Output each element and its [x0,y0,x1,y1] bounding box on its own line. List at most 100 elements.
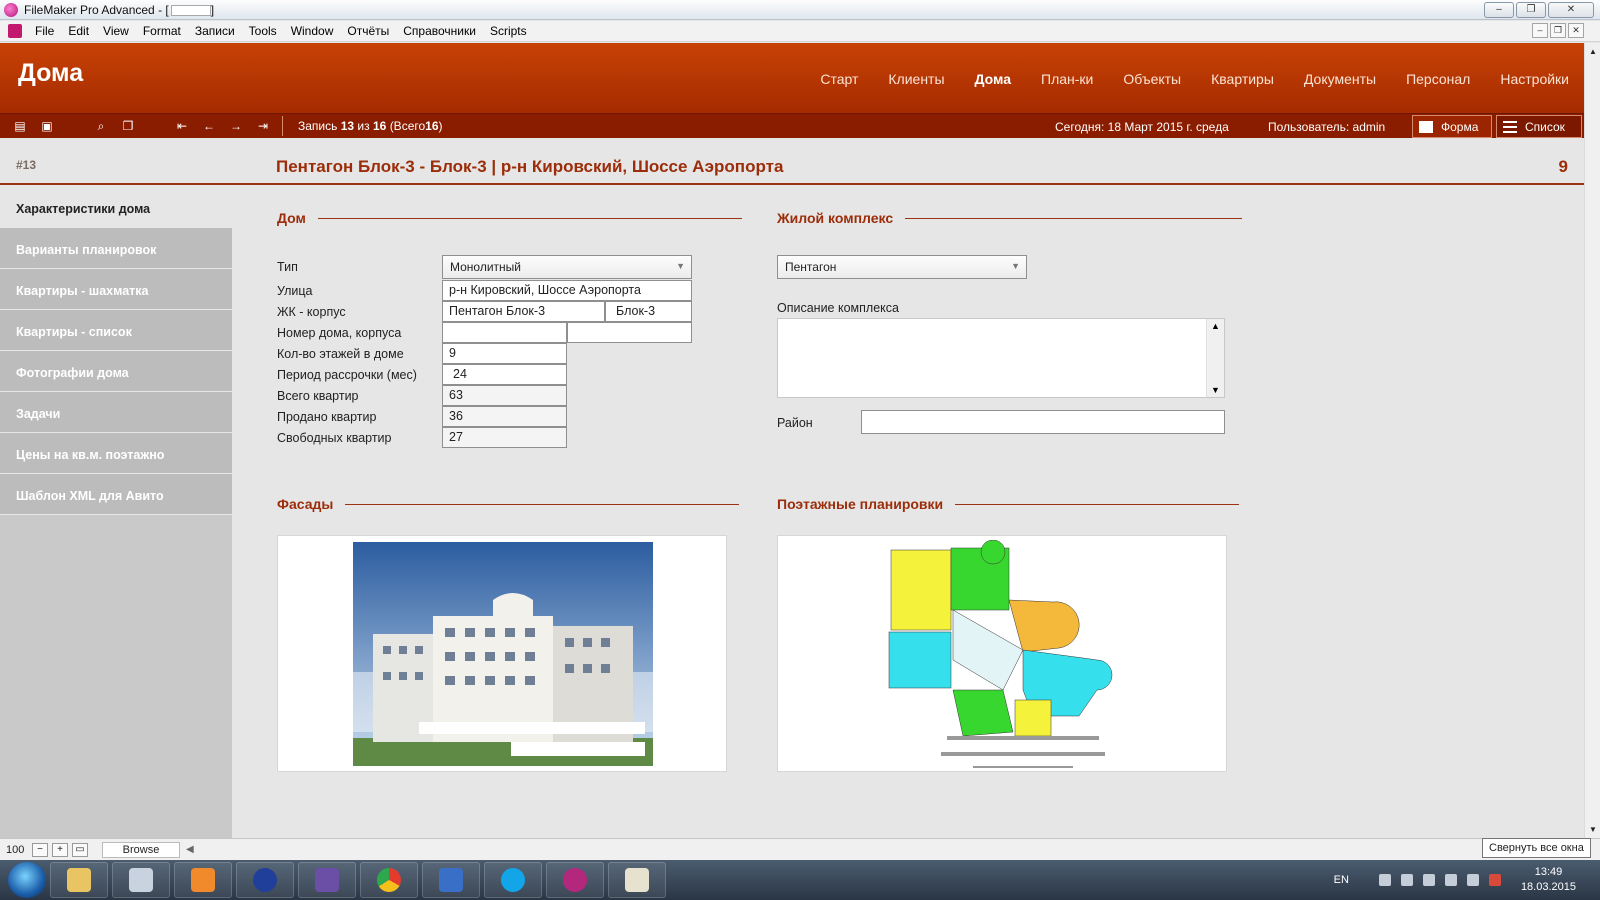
description-scrollbar[interactable]: ▲ ▼ [1206,319,1224,397]
menu-edit[interactable]: Edit [61,24,96,38]
nav-documents[interactable]: Документы [1294,71,1386,87]
scroll-down-icon[interactable]: ▼ [1211,385,1220,395]
nav-objects[interactable]: Объекты [1113,71,1191,87]
app-header: Дома Старт Клиенты Дома План-ки Объекты … [0,43,1584,113]
scroll-up-icon[interactable]: ▲ [1589,47,1597,56]
language-indicator[interactable]: EN [1334,874,1349,886]
floors-field[interactable]: 9 [442,343,567,364]
signal-icon[interactable] [1466,874,1479,886]
nav-staff[interactable]: Персонал [1396,71,1480,87]
mode-selector[interactable]: Browse [102,841,180,858]
start-button[interactable] [8,862,46,898]
nav-clients[interactable]: Клиенты [878,71,954,87]
taskbar-chrome[interactable] [360,862,418,898]
menu-references[interactable]: Справочники [396,24,483,38]
nav-settings[interactable]: Настройки [1490,71,1579,87]
scroll-down-icon[interactable]: ▼ [1589,825,1597,834]
doc-restore-button[interactable]: ❐ [1550,23,1566,38]
installment-field[interactable]: 24 [442,364,567,385]
menu-format[interactable]: Format [136,24,188,38]
menu-scripts[interactable]: Scripts [483,24,534,38]
system-clock[interactable]: 13:49 18.03.2015 [1521,865,1576,895]
nav-start[interactable]: Старт [810,71,868,87]
nav-houses[interactable]: Дома [965,71,1021,87]
complex-name-field[interactable]: Пентагон Блок-3 [442,301,605,322]
complex-section-title: Жилой комплекс [777,210,894,226]
volume-icon[interactable] [1422,874,1435,886]
free-apartments-field: 27 [442,427,567,448]
toggle-toolbar-button[interactable]: ▭ [72,842,88,857]
monitor-icon[interactable] [1400,874,1413,886]
last-record-icon[interactable]: ⇥ [256,119,270,133]
form-view-button[interactable]: Форма [1412,115,1492,138]
show-hidden-icons-icon[interactable] [1378,874,1391,886]
previous-record-icon[interactable]: ← [202,119,216,133]
type-dropdown[interactable]: Монолитный ▼ [442,255,692,279]
taskbar-explorer[interactable] [50,862,108,898]
building-number-field[interactable] [567,322,692,343]
zoom-out-button[interactable]: − [32,842,48,857]
nav-apartments[interactable]: Квартиры [1201,71,1284,87]
list-view-button[interactable]: Список [1496,115,1582,138]
document-icon[interactable] [8,24,22,38]
section-divider [955,503,1239,505]
find-icon[interactable]: ⌕ [94,119,108,133]
first-record-icon[interactable]: ⇤ [175,119,189,133]
doc-close-button[interactable]: ✕ [1568,23,1584,38]
filemaker-icon [563,868,587,892]
taskbar-visual-studio[interactable] [298,862,356,898]
window-minimize-button[interactable]: – [1484,2,1514,18]
section-divider [317,217,742,219]
floorplan-image-frame[interactable] [777,535,1227,772]
taskbar-radmin[interactable] [236,862,294,898]
sidebar-item-apartments-list[interactable]: Квартиры - список [0,310,232,351]
sidebar-item-prices-per-floor[interactable]: Цены на кв.м. поэтажно [0,433,232,474]
district-field[interactable] [861,410,1225,434]
street-field[interactable]: р-н Кировский, Шоссе Аэропорта [442,280,692,301]
window-restore-button[interactable]: ❐ [1516,2,1546,18]
new-record-icon[interactable]: ▤ [13,119,27,133]
window-close-button[interactable]: ✕ [1548,2,1594,18]
house-number-field[interactable] [442,322,567,343]
facade-image-frame[interactable] [277,535,727,772]
block-field[interactable]: Блок-3 [605,301,692,322]
free-apartments-label: Свободных квартир [277,431,392,445]
menu-reports[interactable]: Отчёты [340,24,396,38]
scroll-left-icon[interactable]: ◀ [186,844,194,855]
keyboard-icon[interactable] [1444,874,1457,886]
radmin-icon [253,868,277,892]
complex-description-label: Описание комплекса [777,301,899,315]
sidebar-item-xml-avito[interactable]: Шаблон XML для Авито [0,474,232,515]
sidebar-item-house-characteristics[interactable]: Характеристики дома [0,190,232,228]
sidebar-item-tasks[interactable]: Задачи [0,392,232,433]
menu-window[interactable]: Window [284,24,341,38]
delete-record-icon[interactable]: ▣ [40,119,54,133]
menu-view[interactable]: View [96,24,136,38]
taskbar-paint[interactable] [608,862,666,898]
clock-time: 13:49 [1534,866,1563,878]
zoom-in-button[interactable]: + [52,842,68,857]
taskbar-calculator[interactable] [112,862,170,898]
sidebar-item-apartments-grid[interactable]: Квартиры - шахматка [0,269,232,310]
sold-apartments-label: Продано квартир [277,410,377,424]
next-record-icon[interactable]: → [229,119,243,133]
taskbar-media-player[interactable] [174,862,232,898]
main-vertical-scrollbar[interactable]: ▲ ▼ [1584,43,1600,838]
menu-file[interactable]: File [28,24,61,38]
scroll-up-icon[interactable]: ▲ [1211,321,1220,331]
zoom-level[interactable]: 100 [0,844,28,856]
sidebar-item-house-photos[interactable]: Фотографии дома [0,351,232,392]
taskbar-network-app[interactable] [422,862,480,898]
taskbar-filemaker[interactable] [546,862,604,898]
doc-minimize-button[interactable]: – [1532,23,1548,38]
menu-records[interactable]: Записи [188,24,242,38]
sidebar-item-layout-variants[interactable]: Варианты планировок [0,228,232,269]
nav-plans[interactable]: План-ки [1031,71,1103,87]
duplicate-icon[interactable]: ❐ [121,119,135,133]
complex-description-field[interactable]: ▲ ▼ [777,318,1225,398]
clock-date: 18.03.2015 [1520,881,1576,893]
taskbar-skype[interactable] [484,862,542,898]
action-center-icon[interactable] [1488,874,1501,886]
menu-tools[interactable]: Tools [242,24,284,38]
complex-dropdown[interactable]: Пентагон ▼ [777,255,1027,279]
